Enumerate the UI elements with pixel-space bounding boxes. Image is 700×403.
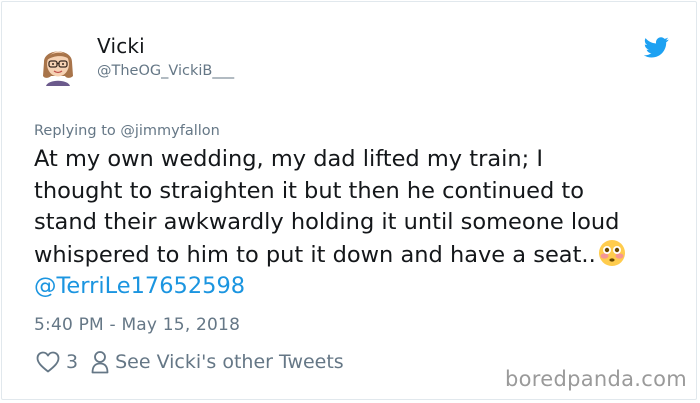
tweet-actions: 3 See Vicki's other Tweets [36,349,344,375]
person-icon [91,351,109,374]
tweet-line: At my own wedding, my dad lifted my trai… [34,146,543,172]
twitter-bird-icon[interactable] [644,37,669,58]
tweet-mention-link[interactable]: @TerriLe17652598 [34,271,684,303]
flushed-face-emoji [598,239,625,266]
replying-prefix: Replying to [34,123,116,139]
tweet-timestamp[interactable]: 5:40 PM - May 15, 2018 [34,315,240,335]
user-handle[interactable]: @TheOG_VickiB___ [97,63,234,79]
watermark: boredpanda.com [505,367,688,391]
avatar[interactable] [36,42,80,86]
tweet-line: thought to straighten it but then he con… [34,177,585,204]
tweet-text: At my own wedding, my dad lifted my trai… [34,144,684,303]
tweet-line: whispered to him to put it down and have… [34,241,596,268]
tweet-line: stand their awkwardly holding it until s… [34,209,620,235]
reply-mention-link[interactable]: @jimmyfallon [120,123,220,139]
tweet-card: Vicki @TheOG_VickiB___ Replying to @jimm… [1,1,697,400]
like-count: 3 [66,351,79,373]
replying-to: Replying to @jimmyfallon [34,123,220,139]
heart-icon[interactable] [36,351,60,373]
see-other-tweets-link[interactable]: See Vicki's other Tweets [115,351,344,373]
tweet-line-with-emoji: whispered to him to put it down and have… [34,239,684,272]
display-name[interactable]: Vicki [97,34,145,58]
